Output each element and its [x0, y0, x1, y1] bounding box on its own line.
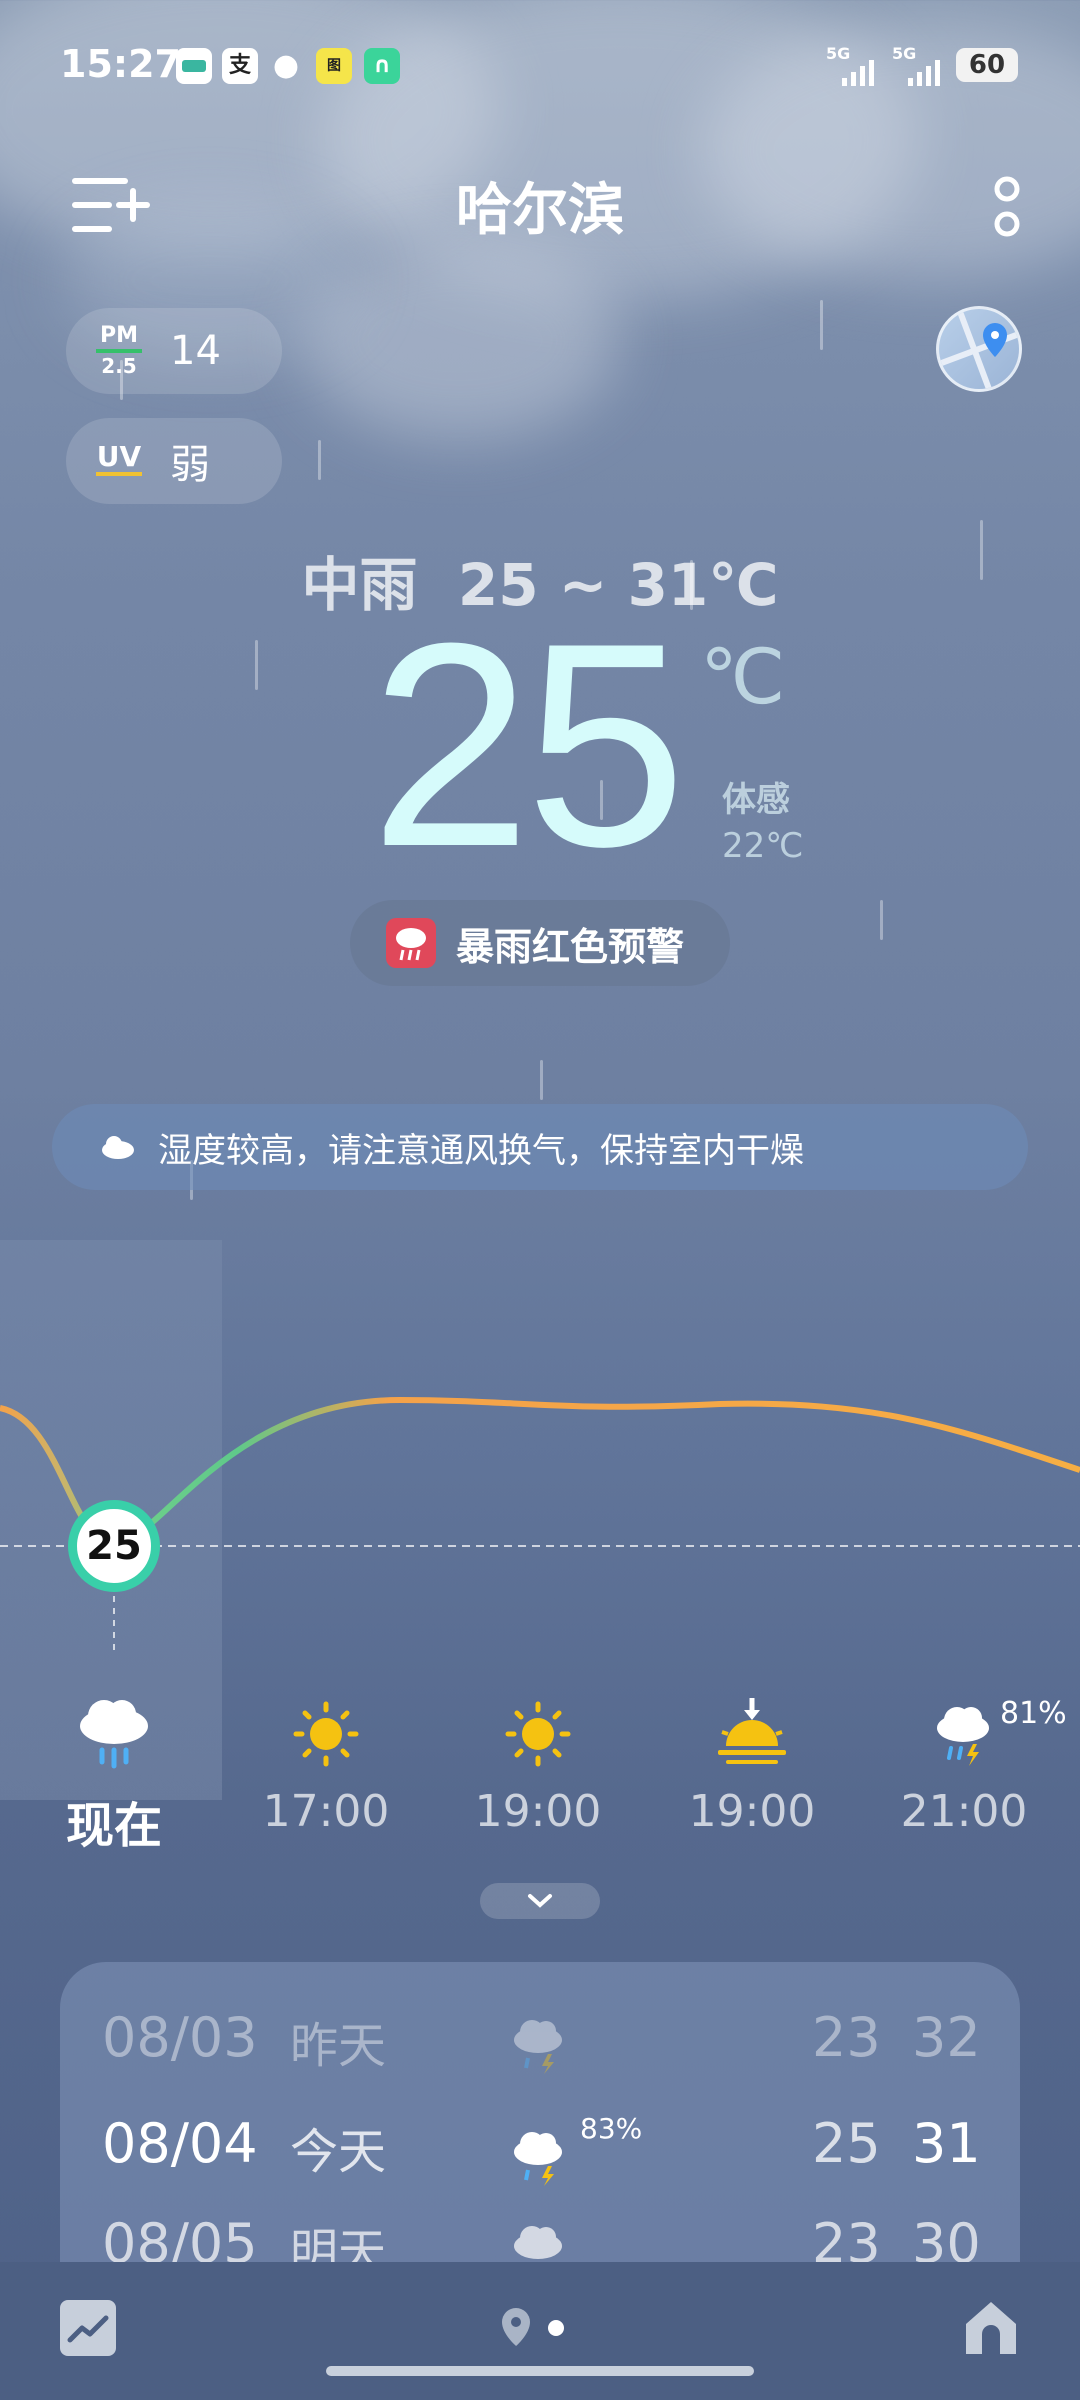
daily-low: 25	[812, 2112, 881, 2175]
rain-cloud-icon	[80, 1700, 148, 1769]
hourly-label: 19:00	[688, 1786, 816, 1837]
daily-low: 23	[812, 2212, 881, 2262]
daily-date: 08/03	[102, 2006, 258, 2069]
daily-row[interactable]: 08/05 明天 23 30	[60, 2212, 1020, 2262]
home-button[interactable]	[960, 2296, 1022, 2362]
hourly-label: 现在	[65, 1798, 162, 1854]
chevron-down-icon	[528, 1894, 552, 1908]
hourly-item-now[interactable]: 现在	[44, 1690, 184, 1856]
current-temperature: 25	[370, 583, 687, 907]
daily-high: 32	[912, 2006, 981, 2069]
rainstorm-alert-icon	[386, 918, 436, 968]
hourly-label: 19:00	[474, 1786, 602, 1837]
daily-precip: 83%	[580, 2112, 643, 2145]
cloud-icon	[514, 2226, 562, 2259]
gesture-home-indicator[interactable]	[326, 2366, 754, 2376]
hourly-item[interactable]: 17:00	[256, 1690, 396, 1837]
weather-alert-button[interactable]: 暴雨红色预警	[350, 900, 730, 986]
thunder-rain-icon	[514, 2020, 562, 2074]
hourly-label: 21:00	[900, 1786, 1028, 1837]
signal-bars-icon	[842, 58, 878, 86]
daily-forecast-card[interactable]: 08/03 昨天 23 32 08/04 今天 83% 25 31 08/05 …	[60, 1962, 1020, 2262]
hourly-item[interactable]: 19:00	[468, 1690, 608, 1837]
current-temp-marker: 25	[68, 1500, 160, 1592]
uv-label: UV	[96, 443, 142, 476]
hourly-label: 17:00	[262, 1786, 390, 1837]
sun-icon	[293, 1701, 359, 1767]
hourly-item[interactable]: 19:00	[682, 1690, 822, 1837]
feels-like-label: 体感	[722, 780, 790, 820]
weather-tip[interactable]: 湿度较高，请注意通风换气，保持室内干燥	[52, 1104, 1028, 1190]
alipay-icon: 支	[222, 48, 258, 84]
app-green-icon: ∩	[364, 48, 400, 84]
alert-text: 暴雨红色预警	[456, 924, 685, 969]
daily-day: 昨天	[290, 2018, 387, 2074]
app-notification-icon	[176, 48, 212, 84]
signal-bars-icon	[908, 58, 944, 86]
thunder-rain-icon	[937, 1707, 989, 1766]
daily-date: 08/04	[102, 2112, 258, 2175]
map-pin-icon	[939, 309, 1019, 389]
page-indicator-dot	[548, 2320, 564, 2336]
sun-icon	[505, 1701, 571, 1767]
temperature-unit: ℃	[700, 632, 786, 721]
daily-low: 23	[812, 2006, 881, 2069]
cloud-icon	[102, 1136, 134, 1159]
pm25-label: PM 2.5	[96, 325, 142, 377]
bottom-bar	[0, 2262, 1080, 2400]
daily-row[interactable]: 08/04 今天 83% 25 31	[60, 2112, 1020, 2202]
city-title: 哈尔滨	[456, 178, 624, 243]
wechat-icon: ●	[272, 48, 300, 83]
more-options-button[interactable]	[992, 176, 1022, 238]
daily-day: 今天	[290, 2124, 387, 2180]
map-button[interactable]	[936, 306, 1022, 392]
daily-date: 08/05	[102, 2212, 258, 2262]
precip-probability: 81%	[1000, 1696, 1067, 1731]
daily-row[interactable]: 08/03 昨天 23 32	[60, 2006, 1020, 2096]
uv-value: 弱	[170, 442, 210, 488]
uv-pill[interactable]: UV 弱	[66, 418, 282, 504]
pm25-pill[interactable]: PM 2.5 14	[66, 308, 282, 394]
hourly-temperature-curve	[0, 1396, 1080, 1650]
more-dots-icon	[994, 176, 1020, 237]
sunset-icon	[718, 1698, 786, 1764]
home-icon	[966, 2302, 1016, 2354]
feels-like-value: 22℃	[722, 826, 804, 866]
trend-chart-icon	[67, 2315, 109, 2343]
daily-high: 31	[912, 2112, 981, 2175]
battery-indicator: 60	[956, 48, 1018, 82]
daily-day: 明天	[290, 2224, 387, 2262]
trend-chart-button[interactable]	[60, 2300, 116, 2356]
expand-hourly-button[interactable]	[480, 1883, 600, 1919]
thunder-rain-icon	[514, 2132, 562, 2186]
tip-text: 湿度较高，请注意通风换气，保持室内干燥	[158, 1130, 804, 1171]
status-time: 15:27	[60, 42, 181, 86]
app-badge-icon: 图	[316, 48, 352, 84]
daily-high: 30	[912, 2212, 981, 2262]
location-pin-icon[interactable]	[496, 2304, 536, 2354]
pm25-value: 14	[170, 328, 221, 374]
